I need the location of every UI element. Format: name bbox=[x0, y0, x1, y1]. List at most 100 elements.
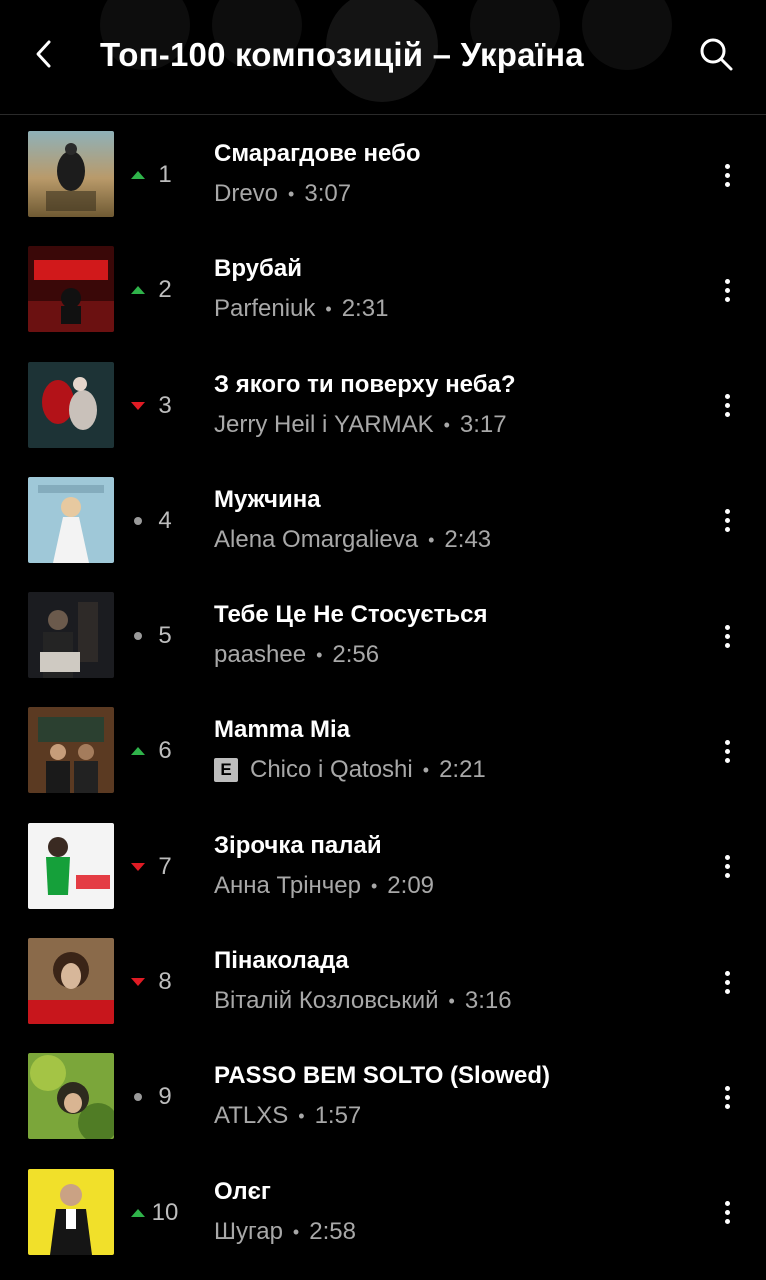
track-row[interactable]: 5 Тебе Це Не Стосується paashee • 2:56 bbox=[0, 578, 766, 693]
track-duration: 2:21 bbox=[439, 756, 486, 784]
track-meta: Parfeniuk • 2:31 bbox=[214, 292, 388, 326]
more-vert-icon-dot bbox=[724, 633, 730, 639]
track-meta: Jerry Heil і YARMAK • 3:17 bbox=[214, 408, 507, 442]
trend-indicator bbox=[130, 398, 146, 414]
track-rank: 10 bbox=[151, 1198, 179, 1226]
more-vert-icon-dot bbox=[724, 403, 730, 409]
track-row[interactable]: 6 Mamma Mia E Chico і Qatoshi • 2:21 bbox=[0, 693, 766, 808]
more-vert-icon-dot bbox=[724, 642, 730, 648]
track-row[interactable]: 2 Врубай Parfeniuk • 2:31 bbox=[0, 232, 766, 347]
separator: • bbox=[288, 184, 295, 204]
track-rank: 7 bbox=[158, 852, 172, 880]
more-vert-icon bbox=[724, 970, 730, 976]
trend-down-icon bbox=[131, 401, 145, 410]
track-artist: Шугар bbox=[214, 1217, 283, 1245]
track-artist: Chico і Qatoshi bbox=[250, 756, 413, 784]
more-vert-icon-dot bbox=[724, 873, 730, 879]
more-options-button[interactable] bbox=[710, 155, 744, 195]
more-options-button[interactable] bbox=[710, 1077, 744, 1117]
more-vert-icon bbox=[724, 855, 730, 861]
track-duration: 1:57 bbox=[314, 1102, 362, 1130]
track-duration: 2:56 bbox=[332, 641, 380, 669]
track-meta: ATLXS • 1:57 bbox=[214, 1099, 361, 1133]
track-duration: 2:09 bbox=[387, 871, 435, 899]
back-button[interactable] bbox=[22, 30, 66, 78]
chevron-left-icon bbox=[36, 40, 51, 68]
track-title: Мужчина bbox=[214, 485, 321, 513]
separator: • bbox=[292, 1221, 300, 1242]
track-duration: 2:58 bbox=[309, 1217, 356, 1245]
track-rank: 3 bbox=[158, 391, 172, 419]
album-art bbox=[28, 1168, 114, 1255]
track-duration: 3:07 bbox=[304, 180, 352, 207]
more-options-button[interactable] bbox=[710, 501, 744, 541]
trend-same-icon bbox=[134, 516, 142, 525]
track-row[interactable]: 1 Смарагдове небо Drevo • 3:07 bbox=[0, 117, 766, 232]
more-vert-icon-dot bbox=[724, 1094, 730, 1100]
album-art bbox=[28, 938, 114, 1025]
trend-down-icon bbox=[131, 862, 145, 871]
more-vert-icon-dot bbox=[724, 296, 730, 302]
track-rank: 1 bbox=[158, 161, 172, 188]
trend-indicator bbox=[130, 859, 146, 875]
album-art bbox=[28, 246, 114, 333]
album-art bbox=[28, 707, 114, 794]
track-rank: 4 bbox=[158, 506, 172, 534]
trend-indicator bbox=[130, 743, 146, 759]
search-button[interactable] bbox=[692, 30, 740, 78]
trend-indicator bbox=[130, 513, 146, 529]
track-row[interactable]: 4 Мужчина Alena Omargalieva • 2:43 bbox=[0, 463, 766, 578]
track-artist: Віталій Козловський bbox=[214, 987, 439, 1015]
more-vert-icon-dot bbox=[724, 287, 730, 293]
trend-indicator bbox=[130, 974, 146, 990]
more-vert-icon-dot bbox=[724, 412, 730, 418]
more-vert-icon bbox=[724, 1085, 730, 1091]
album-art bbox=[28, 476, 114, 563]
more-options-button[interactable] bbox=[710, 962, 744, 1002]
track-artist: Анна Трінчер bbox=[214, 871, 361, 899]
more-options-button[interactable] bbox=[710, 731, 744, 771]
trend-indicator bbox=[130, 628, 146, 644]
track-row[interactable]: 9 PASSO BEM SOLTO (Slowed) ATLXS • 1:57 bbox=[0, 1039, 766, 1154]
trend-up-icon bbox=[131, 286, 145, 295]
track-duration: 3:16 bbox=[464, 987, 512, 1015]
track-meta: Drevo • 3:07 bbox=[214, 177, 351, 211]
trend-indicator bbox=[130, 282, 146, 298]
track-title: PASSO BEM SOLTO (Slowed) bbox=[214, 1062, 551, 1090]
track-title: Mamma Mia bbox=[214, 716, 351, 744]
more-vert-icon-dot bbox=[724, 864, 730, 870]
more-options-button[interactable] bbox=[710, 386, 744, 426]
track-artist: ATLXS bbox=[214, 1102, 289, 1130]
more-vert-icon bbox=[724, 163, 730, 169]
track-row[interactable]: 7 Зірочка палай Анна Трінчер • 2:09 bbox=[0, 809, 766, 924]
separator: • bbox=[448, 991, 455, 1012]
more-options-button[interactable] bbox=[710, 1193, 744, 1233]
track-row[interactable]: 3 З якого ти поверху неба? Jerry Heil і … bbox=[0, 348, 766, 463]
more-vert-icon-dot bbox=[724, 1219, 730, 1225]
track-artist: Alena Omargalieva bbox=[214, 525, 419, 553]
more-vert-icon-dot bbox=[724, 748, 730, 754]
track-title: Врубай bbox=[214, 255, 302, 283]
track-meta: E Chico і Qatoshi • 2:21 bbox=[214, 753, 486, 787]
album-art bbox=[28, 1053, 114, 1140]
more-vert-icon-dot bbox=[724, 1103, 730, 1109]
track-rank: 9 bbox=[158, 1083, 172, 1111]
more-options-button[interactable] bbox=[710, 616, 744, 656]
track-title: Тебе Це Не Стосується bbox=[214, 601, 488, 629]
separator: • bbox=[428, 529, 435, 550]
track-list: 1 Смарагдове небо Drevo • 3:07 2 Врубай … bbox=[0, 117, 766, 1270]
separator: • bbox=[443, 414, 450, 435]
track-rank: 8 bbox=[158, 968, 172, 996]
track-row[interactable]: 10 Олєг Шугар • 2:58 bbox=[0, 1155, 766, 1270]
track-title: Смарагдове небо bbox=[214, 140, 421, 167]
track-meta: Шугар • 2:58 bbox=[214, 1215, 356, 1249]
more-options-button[interactable] bbox=[710, 847, 744, 887]
trend-indicator bbox=[130, 167, 146, 183]
track-row[interactable]: 8 Пінаколада Віталій Козловський • 3:16 bbox=[0, 924, 766, 1039]
track-meta: paashee • 2:56 bbox=[214, 638, 379, 672]
separator: • bbox=[325, 299, 332, 320]
explicit-badge: E bbox=[214, 758, 238, 783]
more-options-button[interactable] bbox=[710, 270, 744, 310]
album-art bbox=[28, 592, 114, 679]
track-artist: Drevo bbox=[214, 180, 279, 207]
